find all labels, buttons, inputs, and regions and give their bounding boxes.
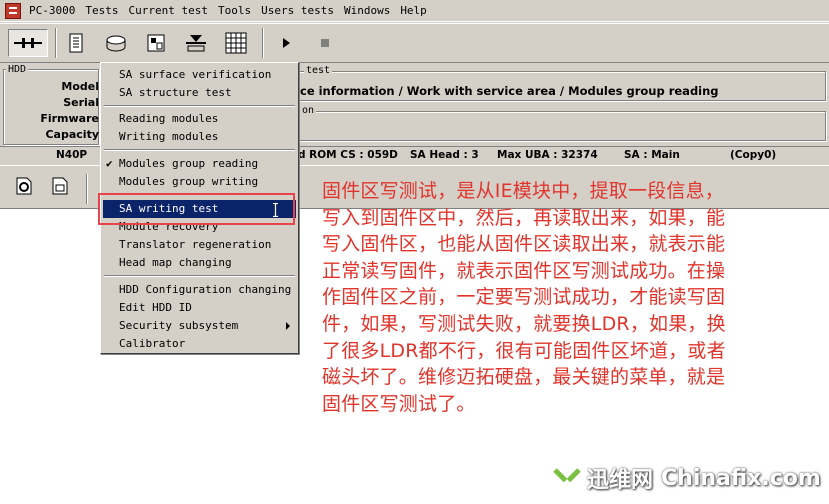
toolbar-separator xyxy=(55,28,57,58)
capacity-label: Capacity xyxy=(45,128,99,141)
main-toolbar xyxy=(0,23,829,63)
drive-doc-icon xyxy=(52,177,68,195)
menu-current-test[interactable]: Current test xyxy=(123,0,212,22)
menu-item-security-subsystem[interactable]: Security subsystem xyxy=(103,317,296,335)
chinafix-logo-icon xyxy=(553,468,581,490)
status-sa: SA : Main xyxy=(624,149,680,161)
play-icon xyxy=(283,38,290,48)
menu-pc3000[interactable]: PC-3000 xyxy=(24,0,80,22)
serial-label: Serial xyxy=(63,96,99,109)
play-button[interactable] xyxy=(272,29,300,57)
annotation-line: 固件区写测试了。 xyxy=(322,392,476,415)
grid-icon xyxy=(225,32,247,54)
menu-item-sa-surface-verification[interactable]: SA surface verification xyxy=(103,66,296,84)
toolbar-separator xyxy=(86,174,88,204)
submenu-arrow-icon xyxy=(286,322,290,330)
hdd-groupbox-title: HDD xyxy=(6,64,29,75)
status-rom-cs: d ROM CS : 059D xyxy=(298,149,398,161)
menu-bar: PC-3000 Tests Current test Tools Users t… xyxy=(0,0,829,22)
menu-item-writing-modules[interactable]: Writing modules xyxy=(103,128,296,146)
test-path: ce information / Work with service area … xyxy=(300,84,719,98)
text-cursor-icon xyxy=(273,203,278,217)
annotation-line: 件，如果，写测试失败，就要换LDR，如果，换 xyxy=(322,312,726,335)
tape-button[interactable] xyxy=(182,29,210,57)
stop-icon xyxy=(321,39,329,47)
module-button[interactable] xyxy=(142,29,170,57)
connect-icon xyxy=(14,38,42,48)
status-model: N40P xyxy=(56,149,88,161)
menu-item-hdd-configuration-changing[interactable]: HDD Configuration changing xyxy=(103,281,296,299)
annotation-line: 写入固件区，也能从固件区读取出来，就表示能 xyxy=(322,233,726,256)
annotation-line: 了很多LDR都不行，很有可能固件区坏道，或者 xyxy=(322,339,726,362)
status-copy: (Copy0) xyxy=(730,149,777,161)
highlight-annotation-box xyxy=(98,193,295,225)
test-groupbox-title: test xyxy=(304,65,333,76)
watermark: 迅维网 Chinafix.com xyxy=(553,462,821,494)
sub-groupbox-title: on xyxy=(300,105,317,116)
menu-item-sa-structure-test[interactable]: SA structure test xyxy=(103,84,296,102)
menu-item-translator-regeneration[interactable]: Translator regeneration xyxy=(103,236,296,254)
menu-item-calibrator[interactable]: Calibrator xyxy=(103,335,296,353)
model-label: Model xyxy=(61,80,99,93)
firmware-label: Firmware xyxy=(40,112,99,125)
module-icon xyxy=(147,34,165,52)
menu-item-modules-group-reading[interactable]: ✔ Modules group reading xyxy=(103,155,296,173)
annotation-line: 固件区写测试，是从IE模块中，提取一段信息， xyxy=(322,180,725,202)
menu-help[interactable]: Help xyxy=(395,0,432,22)
menu-separator xyxy=(104,149,295,151)
status-max-uba: Max UBA : 32374 xyxy=(497,149,598,161)
stop-button[interactable] xyxy=(311,29,339,57)
connect-button[interactable] xyxy=(8,29,48,57)
annotation-line: 写入到固件区中，然后，再读取出来，如果，能 xyxy=(322,206,726,229)
watermark-cn: 迅维网 xyxy=(587,468,654,493)
menu-separator xyxy=(104,105,295,107)
tape-icon xyxy=(186,35,206,52)
checkmark-icon: ✔ xyxy=(106,157,113,170)
app-icon[interactable] xyxy=(5,2,21,19)
disk-button[interactable] xyxy=(102,29,130,57)
menu-item-head-map-changing[interactable]: Head map changing xyxy=(103,254,296,272)
toolbar-separator xyxy=(262,28,264,58)
gear-doc-icon xyxy=(16,177,32,195)
menu-windows[interactable]: Windows xyxy=(339,0,395,22)
menu-item-reading-modules[interactable]: Reading modules xyxy=(103,110,296,128)
menu-tools[interactable]: Tools xyxy=(213,0,256,22)
menu-item-modules-group-writing[interactable]: Modules group writing xyxy=(103,173,296,191)
scroll-button[interactable] xyxy=(62,29,90,57)
menu-separator xyxy=(104,275,295,277)
grid-button[interactable] xyxy=(222,29,250,57)
config-button[interactable] xyxy=(10,172,38,200)
annotation-line: 正常读写固件，就表示固件区写测试成功。在操 xyxy=(322,259,726,282)
status-sa-head: SA Head : 3 xyxy=(410,149,479,161)
drive-button[interactable] xyxy=(46,172,74,200)
disk-icon xyxy=(106,35,126,52)
annotation-text: 固件区写测试，是从IE模块中，提取一段信息， 写入到固件区中，然后，再读取出来，… xyxy=(322,178,827,417)
scroll-icon xyxy=(69,33,83,53)
sub-groupbox xyxy=(298,111,826,141)
annotation-line: 作固件区之前，一定要写测试成功，才能读写固 xyxy=(322,286,726,309)
menu-users-tests[interactable]: Users tests xyxy=(256,0,339,22)
menu-tests[interactable]: Tests xyxy=(80,0,123,22)
menu-item-edit-hdd-id[interactable]: Edit HDD ID xyxy=(103,299,296,317)
annotation-line: 磁头坏了。维修迈拓硬盘，最关键的菜单，就是 xyxy=(322,366,726,389)
watermark-en: Chinafix.com xyxy=(661,465,821,491)
